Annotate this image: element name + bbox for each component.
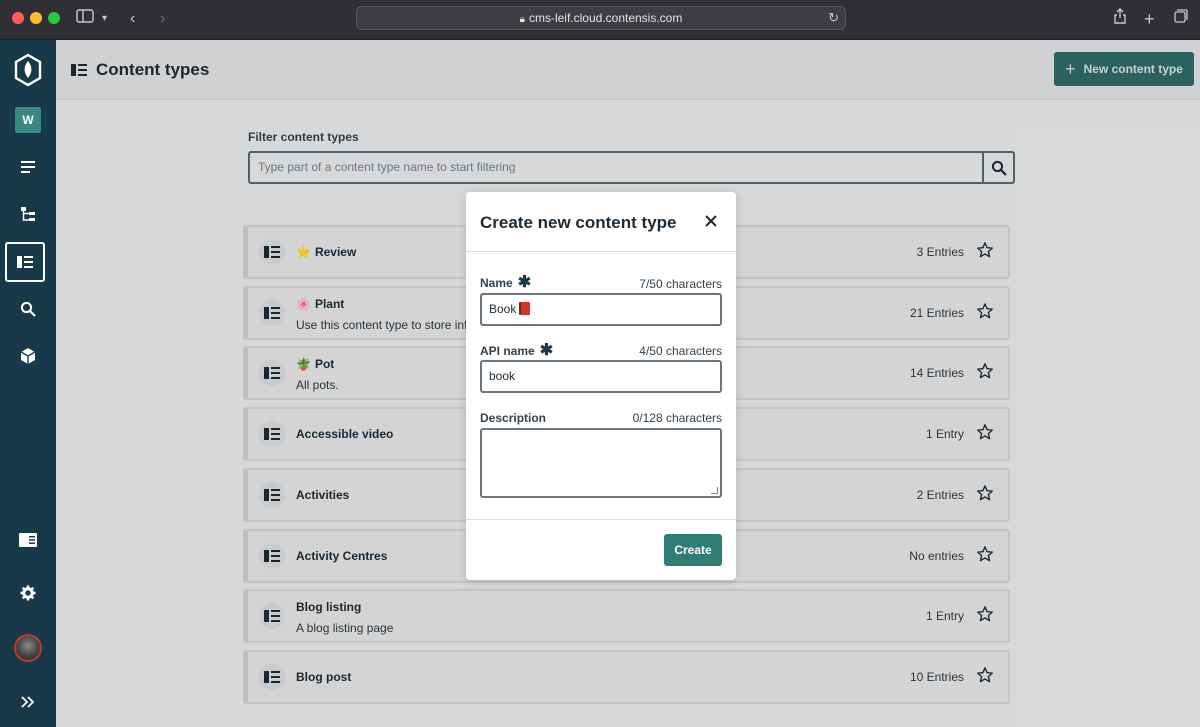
- back-icon[interactable]: ‹: [130, 8, 135, 30]
- name-char-count: 7/50 characters: [639, 277, 722, 291]
- share-icon[interactable]: [1113, 8, 1127, 30]
- workspace-badge: W: [15, 107, 41, 133]
- book-emoji-icon: [519, 302, 531, 315]
- contensis-logo[interactable]: [0, 50, 56, 90]
- chevron-down-icon[interactable]: ▾: [102, 8, 107, 30]
- dialog-footer-divider: [466, 519, 736, 520]
- address-bar[interactable]: 🔒︎ cms-leif.cloud.contensis.com ↻: [356, 6, 846, 30]
- description-char-count: 0/128 characters: [632, 411, 722, 425]
- site-view-icon[interactable]: [0, 194, 56, 234]
- name-field-label: Name ✱: [480, 275, 531, 291]
- api-name-input[interactable]: book: [480, 360, 722, 393]
- resize-handle-icon[interactable]: [711, 487, 718, 494]
- dialog-divider: [466, 251, 736, 252]
- settings-gear-icon[interactable]: [0, 573, 56, 613]
- required-asterisk-icon: ✱: [539, 342, 554, 359]
- description-label-text: Description: [480, 411, 547, 425]
- reload-icon[interactable]: ↻: [828, 7, 839, 29]
- browser-toolbar: ▾ ‹ › 🔒︎ cms-leif.cloud.contensis.com ↻ +: [0, 0, 1200, 40]
- close-icon[interactable]: [704, 214, 718, 233]
- description-field-label: Description: [480, 411, 546, 425]
- dialog-title: Create new content type: [480, 213, 677, 232]
- zoom-window-button[interactable]: [48, 12, 60, 24]
- url-text: cms-leif.cloud.contensis.com: [528, 11, 683, 25]
- minimize-window-button[interactable]: [30, 12, 42, 24]
- api-name-label-text: API name: [480, 344, 535, 358]
- lock-icon: 🔒︎: [519, 14, 525, 25]
- tab-overview-icon[interactable]: [1174, 8, 1188, 30]
- name-input-value: Book: [489, 302, 517, 316]
- avatar: [14, 634, 42, 662]
- close-window-button[interactable]: [12, 12, 24, 24]
- entries-icon[interactable]: [0, 147, 56, 187]
- blocks-icon[interactable]: [0, 336, 56, 376]
- description-textarea[interactable]: [480, 428, 722, 498]
- workspace-switcher[interactable]: W: [0, 100, 56, 140]
- app-sidebar: W: [0, 40, 56, 727]
- name-input[interactable]: Book: [480, 293, 722, 326]
- toggle-panel-icon[interactable]: [0, 520, 56, 560]
- required-asterisk-icon: ✱: [517, 274, 532, 291]
- expand-sidebar-icon[interactable]: [0, 682, 56, 722]
- sidebar-toggle-icon[interactable]: [76, 8, 94, 30]
- forward-icon[interactable]: ›: [160, 8, 165, 30]
- api-name-field-label: API name ✱: [480, 343, 553, 359]
- search-icon[interactable]: [0, 289, 56, 329]
- new-tab-icon[interactable]: +: [1144, 8, 1155, 30]
- create-button[interactable]: Create: [664, 534, 722, 566]
- api-name-char-count: 4/50 characters: [639, 344, 722, 358]
- create-content-type-dialog: Create new content type Name ✱ 7/50 char…: [466, 192, 736, 580]
- content-types-icon[interactable]: [5, 242, 45, 282]
- user-avatar[interactable]: [0, 628, 56, 668]
- name-label-text: Name: [480, 276, 513, 290]
